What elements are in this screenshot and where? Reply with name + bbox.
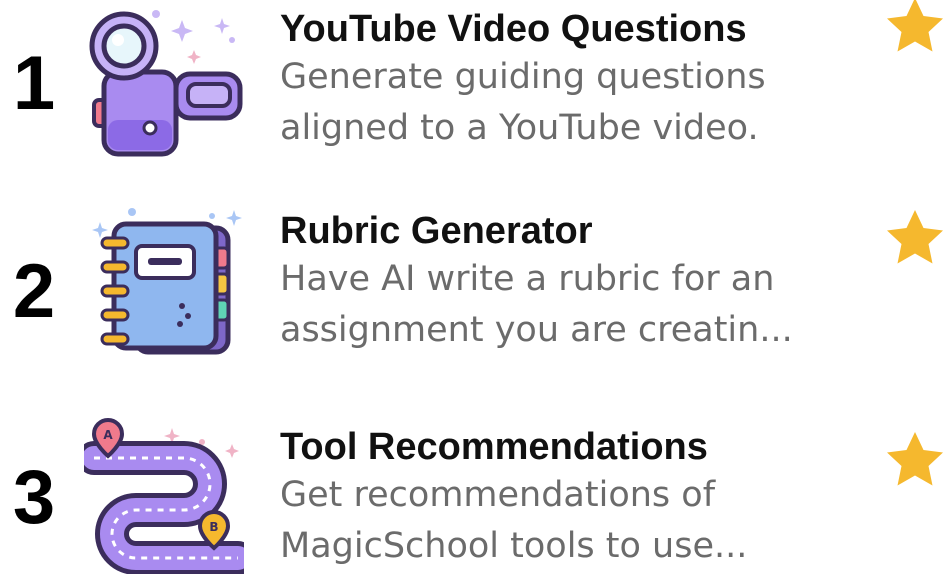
tool-text: Rubric Generator Have AI write a rubric … [280, 208, 870, 356]
tool-card-youtube-video-questions[interactable]: 1 YouTube Video Questions Generate guidi… [0, 0, 947, 170]
star-icon[interactable] [880, 204, 947, 274]
tool-card-rubric-generator[interactable]: 2 Rubric Generator Have AI write a rubri… [0, 196, 947, 366]
tool-description-line: aligned to a YouTube video. [280, 108, 759, 148]
video-camera-icon [84, 0, 244, 160]
star-icon[interactable] [880, 0, 947, 62]
svg-text:A: A [103, 428, 113, 442]
notebook-icon [84, 200, 244, 360]
tool-description-line: Get recommendations of [280, 475, 716, 515]
tool-title[interactable]: Tool Recommendations [280, 424, 870, 470]
tool-description-line: Have AI write a rubric for an [280, 259, 775, 299]
star-icon[interactable] [880, 426, 947, 496]
rank-number: 3 [12, 455, 56, 540]
tool-description-line: Generate guiding questions [280, 57, 766, 97]
tool-list: { "colors": { "star": "#f5b82e", "title"… [0, 0, 947, 575]
tool-description: Generate guiding questions aligned to a … [280, 52, 860, 154]
rank-number: 2 [12, 249, 56, 334]
svg-text:B: B [209, 520, 218, 534]
tool-description-line: MagicSchool tools to use... [280, 526, 748, 566]
tool-text: Tool Recommendations Get recommendations… [280, 424, 870, 572]
road-map-icon: A B [77, 414, 255, 575]
tool-title[interactable]: YouTube Video Questions [280, 6, 870, 52]
tool-title[interactable]: Rubric Generator [280, 208, 870, 254]
tool-description-line: assignment you are creatin... [280, 310, 793, 350]
tool-card-tool-recommendations[interactable]: 3 A B Tool Recommendations Get recommend… [0, 410, 947, 580]
tool-description: Get recommendations of MagicSchool tools… [280, 470, 860, 572]
rank-number: 1 [12, 41, 56, 126]
tool-description: Have AI write a rubric for an assignment… [280, 254, 860, 356]
tool-text: YouTube Video Questions Generate guiding… [280, 6, 870, 154]
